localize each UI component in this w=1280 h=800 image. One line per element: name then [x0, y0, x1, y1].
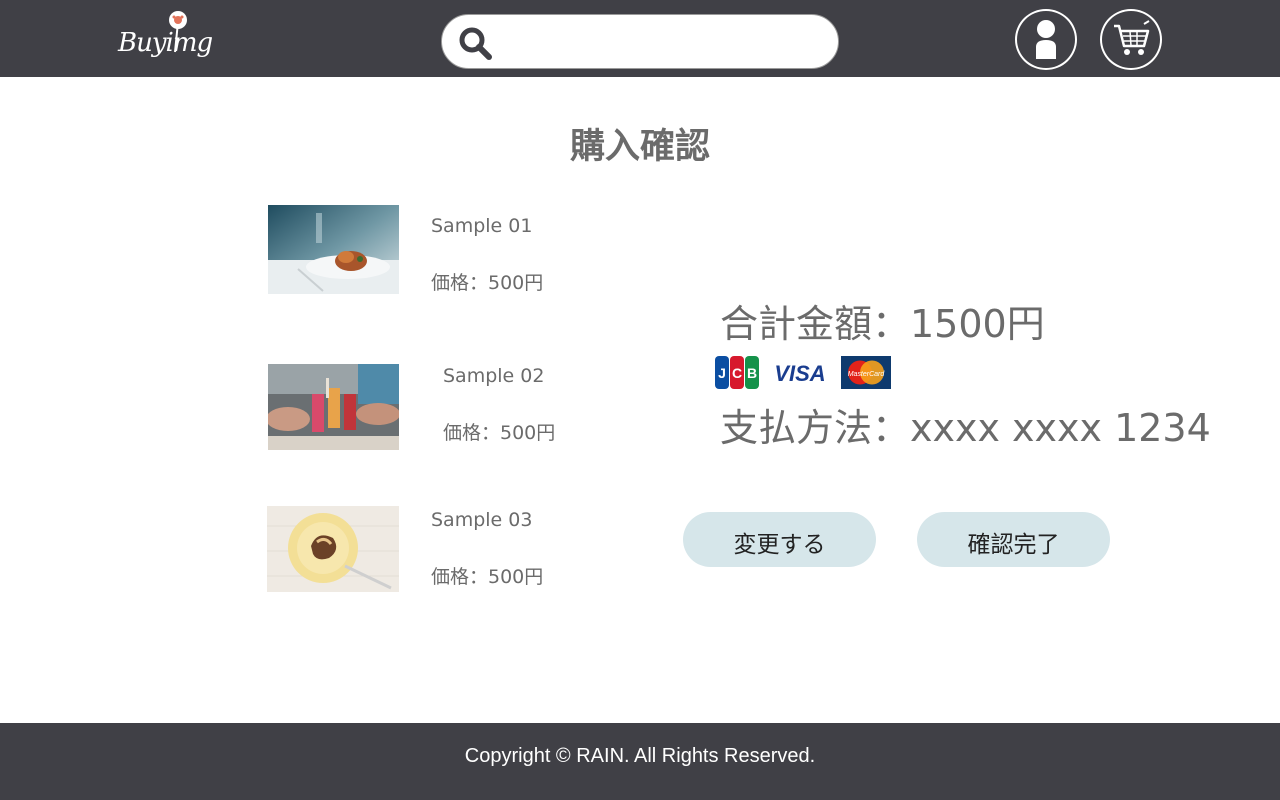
search-icon[interactable] — [458, 26, 492, 60]
product-image-1[interactable] — [268, 205, 399, 294]
svg-text:C: C — [732, 365, 742, 381]
pastry-plate-photo — [267, 506, 399, 592]
toasting-drinks-photo — [268, 364, 399, 450]
user-icon — [1036, 20, 1056, 59]
product-name: Sample 03 — [431, 509, 533, 531]
confirm-button[interactable]: 確認完了 — [917, 512, 1110, 567]
plated-dish-photo — [268, 205, 399, 294]
total-amount: 合計金額：1500円 — [720, 302, 1045, 346]
visa-text: VISA — [774, 361, 825, 386]
svg-text:B: B — [747, 365, 757, 381]
mastercard-icon: MasterCard — [841, 356, 891, 389]
product-price: 価格：500円 — [431, 272, 544, 294]
search-input[interactable] — [500, 23, 820, 61]
cart-button[interactable] — [1100, 9, 1162, 70]
product-price: 価格：500円 — [431, 566, 544, 588]
product-price: 価格：500円 — [443, 422, 556, 444]
product-image-2[interactable] — [268, 364, 399, 450]
change-button[interactable]: 変更する — [683, 512, 876, 567]
shopping-cart-icon — [1114, 20, 1150, 55]
visa-icon: VISA — [774, 361, 825, 386]
product-name: Sample 01 — [431, 215, 533, 237]
svg-text:J: J — [718, 365, 726, 381]
mastercard-text: MasterCard — [848, 371, 886, 378]
site-footer: Copyright © RAIN. All Rights Reserved. — [0, 723, 1280, 800]
payment-method: 支払方法：xxxx xxxx 1234 — [720, 406, 1211, 450]
product-name: Sample 02 — [443, 365, 545, 387]
logo-text: Buyimg — [118, 28, 213, 58]
site-header: Buyimg — [0, 0, 1280, 77]
product-image-3[interactable] — [267, 506, 399, 592]
copyright-text: Copyright © RAIN. All Rights Reserved. — [464, 745, 816, 767]
site-logo[interactable]: Buyimg — [116, 8, 213, 70]
card-brand-logos: C B J VISA MasterCard — [715, 356, 895, 390]
search-bar[interactable] — [441, 14, 839, 69]
jcb-icon: C B J — [715, 356, 759, 389]
account-button[interactable] — [1015, 9, 1077, 70]
page-title: 購入確認 — [569, 127, 710, 167]
